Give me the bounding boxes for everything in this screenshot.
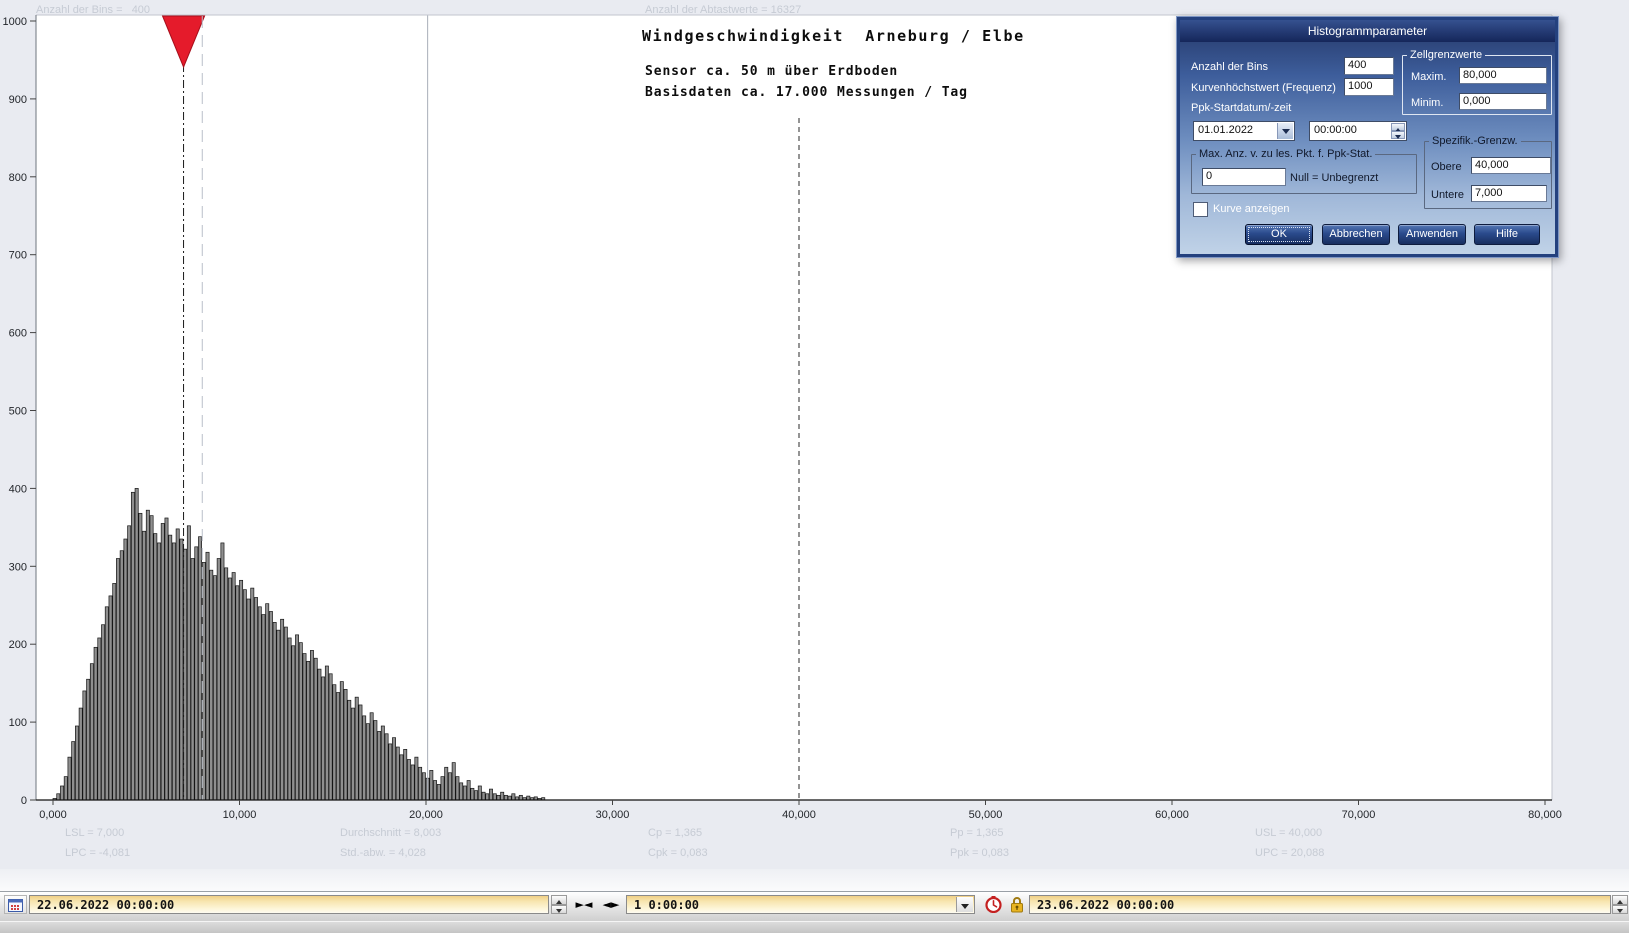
apply-button[interactable]: Anwenden <box>1398 224 1466 245</box>
max-points-note: Null = Unbegrenzt <box>1290 172 1378 184</box>
cell-min-input[interactable]: 0,000 <box>1459 93 1547 110</box>
svg-text:200: 200 <box>9 639 27 651</box>
stat-ppk: Ppk = 0,083 <box>950 847 1009 859</box>
end-datetime-field[interactable]: 23.06.2022 00:00:00 <box>1029 895 1611 914</box>
interval-dropdown-icon[interactable] <box>956 897 973 912</box>
stat-lsl: LSL = 7,000 <box>65 827 124 839</box>
ppk-start-label: Ppk-Startdatum/-zeit <box>1191 102 1291 114</box>
ppk-time-spinner[interactable] <box>1391 123 1405 139</box>
svg-text:40,000: 40,000 <box>782 809 816 821</box>
cancel-button[interactable]: Abbrechen <box>1322 224 1390 245</box>
interval-value: 1 0:00:00 <box>634 898 699 912</box>
start-datetime-field[interactable]: 22.06.2022 00:00:00 <box>29 895 549 914</box>
svg-text:30,000: 30,000 <box>596 809 630 821</box>
svg-text:10,000: 10,000 <box>223 809 257 821</box>
help-button[interactable]: Hilfe <box>1474 224 1540 245</box>
svg-text:0,000: 0,000 <box>39 809 67 821</box>
cell-max-input[interactable]: 80,000 <box>1459 67 1547 84</box>
spec-upper-input[interactable]: 40,000 <box>1471 157 1551 174</box>
cell-min-label: Minim. <box>1411 97 1443 109</box>
shrink-range-button[interactable]: ►◄ <box>571 895 597 914</box>
stat-std: Std.-abw. = 4,028 <box>340 847 426 859</box>
chart-subtitle-sensor: Sensor ca. 50 m über Erdboden <box>645 64 898 79</box>
svg-text:900: 900 <box>9 94 27 106</box>
chart-subtitle-basis: Basisdaten ca. 17.000 Messungen / Tag <box>645 85 968 100</box>
spec-upper-label: Obere <box>1431 161 1462 173</box>
bins-input[interactable]: 400 <box>1344 57 1394 75</box>
cell-limits-group: Zellgrenzwerte Maxim. 80,000 Minim. 0,00… <box>1402 49 1552 115</box>
spec-lower-label: Untere <box>1431 189 1464 201</box>
svg-text:300: 300 <box>9 561 27 573</box>
svg-text:20,000: 20,000 <box>409 809 443 821</box>
svg-text:400: 400 <box>9 483 27 495</box>
cell-max-label: Maxim. <box>1411 71 1446 83</box>
spec-limits-legend: Spezifik.-Grenzw. <box>1429 135 1521 147</box>
end-datetime-spinner[interactable] <box>1612 895 1628 914</box>
dialog-title-bar[interactable]: Histogrammparameter <box>1180 20 1555 42</box>
calendar-button[interactable] <box>4 895 27 914</box>
freq-input[interactable]: 1000 <box>1344 78 1394 96</box>
time-navigation-toolbar: 22.06.2022 00:00:00 ►◄ ◄► 1 0:00:00 23.0… <box>0 892 1629 921</box>
spec-lower-input[interactable]: 7,000 <box>1471 185 1547 202</box>
dialog-title: Histogrammparameter <box>1308 24 1427 38</box>
svg-text:500: 500 <box>9 406 27 418</box>
chart-title: Windgeschwindigkeit Arneburg / Elbe <box>642 27 1025 45</box>
chevron-down-icon[interactable] <box>1277 123 1293 139</box>
stat-upc: UPC = 20,088 <box>1255 847 1324 859</box>
freq-label: Kurvenhöchstwert (Frequenz) <box>1191 82 1336 94</box>
bottom-strip <box>0 921 1629 933</box>
stat-usl: USL = 40,000 <box>1255 827 1322 839</box>
curve-checkbox-label: Kurve anzeigen <box>1213 203 1289 215</box>
stat-lpc: LPC = -4,081 <box>65 847 130 859</box>
svg-text:800: 800 <box>9 172 27 184</box>
ppk-date-combobox[interactable]: 01.01.2022 <box>1193 121 1295 141</box>
interval-field[interactable]: 1 0:00:00 <box>626 895 975 914</box>
svg-text:100: 100 <box>9 717 27 729</box>
curve-checkbox[interactable] <box>1193 202 1208 217</box>
svg-text:600: 600 <box>9 328 27 340</box>
bins-count-label: Anzahl der Bins = 400 <box>36 4 150 16</box>
stat-cpk: Cpk = 0,083 <box>648 847 708 859</box>
calendar-icon <box>8 899 23 912</box>
bins-label: Anzahl der Bins <box>1191 61 1268 73</box>
expand-range-button[interactable]: ◄► <box>598 895 624 914</box>
ppk-time-spinbox[interactable]: 00:00:00 <box>1309 121 1407 141</box>
svg-text:70,000: 70,000 <box>1342 809 1376 821</box>
clock-icon <box>985 896 1002 913</box>
spec-limits-group: Spezifik.-Grenzw. Obere 40,000 Untere 7,… <box>1424 135 1552 209</box>
cell-limits-legend: Zellgrenzwerte <box>1407 49 1485 61</box>
svg-text:1000: 1000 <box>3 16 27 28</box>
svg-text:60,000: 60,000 <box>1155 809 1189 821</box>
clock-button[interactable] <box>982 895 1004 914</box>
ok-button[interactable]: OK <box>1245 224 1313 245</box>
toolbar-separator <box>0 869 1629 892</box>
start-datetime-spinner[interactable] <box>551 895 567 914</box>
ppk-date-value: 01.01.2022 <box>1198 124 1253 136</box>
histogram-parameters-dialog: Histogrammparameter Anzahl der Bins 400 … <box>1176 16 1559 258</box>
max-points-input[interactable]: 0 <box>1202 168 1286 186</box>
max-points-group: Max. Anz. v. zu les. Pkt. f. Ppk-Stat. 0… <box>1191 148 1417 194</box>
stat-mean: Durchschnitt = 8,003 <box>340 827 441 839</box>
stat-cp: Cp = 1,365 <box>648 827 702 839</box>
svg-text:50,000: 50,000 <box>969 809 1003 821</box>
svg-text:80,000: 80,000 <box>1528 809 1562 821</box>
histogram-app-window: 0,000 10,000 20,000 30,000 40,000 50,000 60,00… <box>0 0 1629 933</box>
max-points-legend: Max. Anz. v. zu les. Pkt. f. Ppk-Stat. <box>1196 148 1375 160</box>
ppk-time-value: 00:00:00 <box>1314 124 1357 136</box>
lock-button[interactable] <box>1006 895 1028 914</box>
lock-icon <box>1010 896 1024 913</box>
svg-text:700: 700 <box>9 250 27 262</box>
svg-text:0: 0 <box>21 795 27 807</box>
samples-count-label: Anzahl der Abtastwerte = 16327 <box>645 4 801 16</box>
stat-pp: Pp = 1,365 <box>950 827 1004 839</box>
